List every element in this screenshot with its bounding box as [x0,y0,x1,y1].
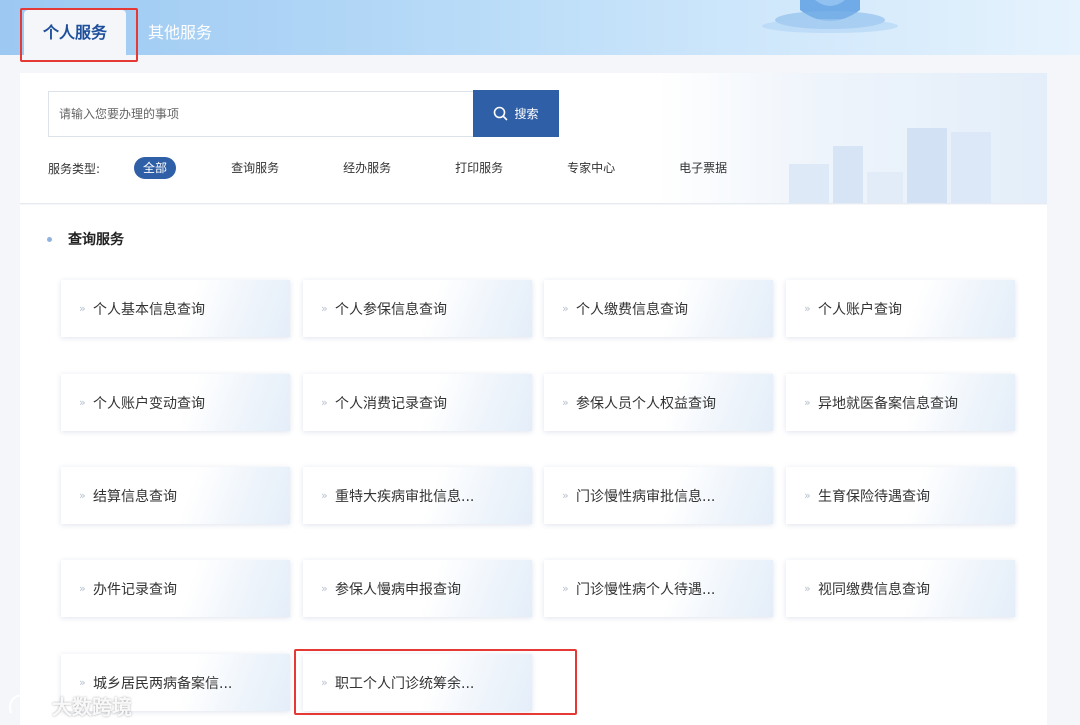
section-title: 查询服务 [68,232,124,248]
double-chevron-icon: » [79,396,86,409]
double-chevron-icon: » [321,676,328,689]
service-card-label: 重特大疾病审批信息... [335,488,475,505]
top-tab-bar: 个人服务 其他服务 [0,0,1080,55]
service-card[interactable]: » 生育保险待遇查询 [786,467,1015,524]
filter-expert-center[interactable]: 专家中心 [558,157,624,179]
service-card[interactable]: » 办件记录查询 [61,560,290,617]
tab-personal-services[interactable]: 个人服务 [24,10,126,55]
service-card[interactable]: » 门诊慢性病审批信息... [544,467,773,524]
service-card-label: 个人账户查询 [818,301,902,318]
service-card-label: 门诊慢性病审批信息... [576,488,716,505]
shield-hand-illustration [762,0,898,33]
double-chevron-icon: » [79,676,86,689]
service-card-label: 个人基本信息查询 [93,301,205,318]
search-input[interactable] [48,91,474,137]
service-card[interactable]: » 参保人员个人权益查询 [544,374,773,431]
filter-e-invoice[interactable]: 电子票据 [670,157,736,179]
filter-query-services[interactable]: 查询服务 [222,157,288,179]
service-card-label: 个人参保信息查询 [335,301,447,318]
watermark: 大数跨境 [8,690,132,720]
service-type-filter: 服务类型: 全部 查询服务 经办服务 打印服务 专家中心 电子票据 [48,157,782,179]
search-button-label: 搜索 [514,107,539,121]
double-chevron-icon: » [804,489,811,502]
service-card[interactable]: » 个人账户查询 [786,280,1015,337]
double-chevron-icon: » [321,489,328,502]
service-list: 查询服务 » 个人基本信息查询 » 个人参保信息查询 » 个人缴费信息查询 » … [20,205,1047,725]
service-card[interactable]: » 个人账户变动查询 [61,374,290,431]
service-card-label: 个人账户变动查询 [93,395,205,412]
service-card-label: 门诊慢性病个人待遇... [576,581,716,598]
double-chevron-icon: » [79,489,86,502]
service-card[interactable]: » 异地就医备案信息查询 [786,374,1015,431]
service-card-label: 个人缴费信息查询 [576,301,688,318]
double-chevron-icon: » [804,302,811,315]
service-card[interactable]: » 参保人慢病申报查询 [303,560,532,617]
filter-print-services[interactable]: 打印服务 [446,157,512,179]
double-chevron-icon: » [562,396,569,409]
service-card-label: 生育保险待遇查询 [818,488,930,505]
filter-handling-services[interactable]: 经办服务 [334,157,400,179]
filter-all[interactable]: 全部 [134,157,177,179]
service-card-label: 参保人员个人权益查询 [576,395,716,412]
service-card[interactable]: » 个人消费记录查询 [303,374,532,431]
service-card-label: 视同缴费信息查询 [818,581,930,598]
service-card[interactable]: » 门诊慢性病个人待遇... [544,560,773,617]
double-chevron-icon: » [804,396,811,409]
search-button[interactable]: 搜索 [473,90,559,137]
double-chevron-icon: » [321,396,328,409]
double-chevron-icon: » [79,302,86,315]
service-card[interactable]: » 个人基本信息查询 [61,280,290,337]
service-card-label: 个人消费记录查询 [335,395,447,412]
double-chevron-icon: » [804,582,811,595]
service-card[interactable]: » 结算信息查询 [61,467,290,524]
search-panel: 搜索 服务类型: 全部 查询服务 经办服务 打印服务 专家中心 电子票据 [20,73,1047,204]
service-card-label: 办件记录查询 [93,581,177,598]
service-card[interactable]: » 视同缴费信息查询 [786,560,1015,617]
service-type-label: 服务类型: [48,161,101,176]
watermark-logo-icon [9,694,47,714]
double-chevron-icon: » [79,582,86,595]
double-chevron-icon: » [562,582,569,595]
double-chevron-icon: » [562,489,569,502]
search-icon [494,106,508,121]
watermark-text: 大数跨境 [52,694,132,719]
service-card-label: 参保人慢病申报查询 [335,581,461,598]
service-card-label: 职工个人门诊统筹余... [335,675,475,692]
service-card[interactable]: » 个人缴费信息查询 [544,280,773,337]
service-card[interactable]: » 职工个人门诊统筹余... [303,654,532,711]
service-card-label: 异地就医备案信息查询 [818,395,958,412]
buildings-illustration [789,128,991,203]
service-card[interactable]: » 个人参保信息查询 [303,280,532,337]
section-bullet [47,237,52,242]
double-chevron-icon: » [321,302,328,315]
tab-other-services[interactable]: 其他服务 [140,10,220,55]
service-card-label: 结算信息查询 [93,488,177,505]
double-chevron-icon: » [562,302,569,315]
service-card[interactable]: » 重特大疾病审批信息... [303,467,532,524]
double-chevron-icon: » [321,582,328,595]
